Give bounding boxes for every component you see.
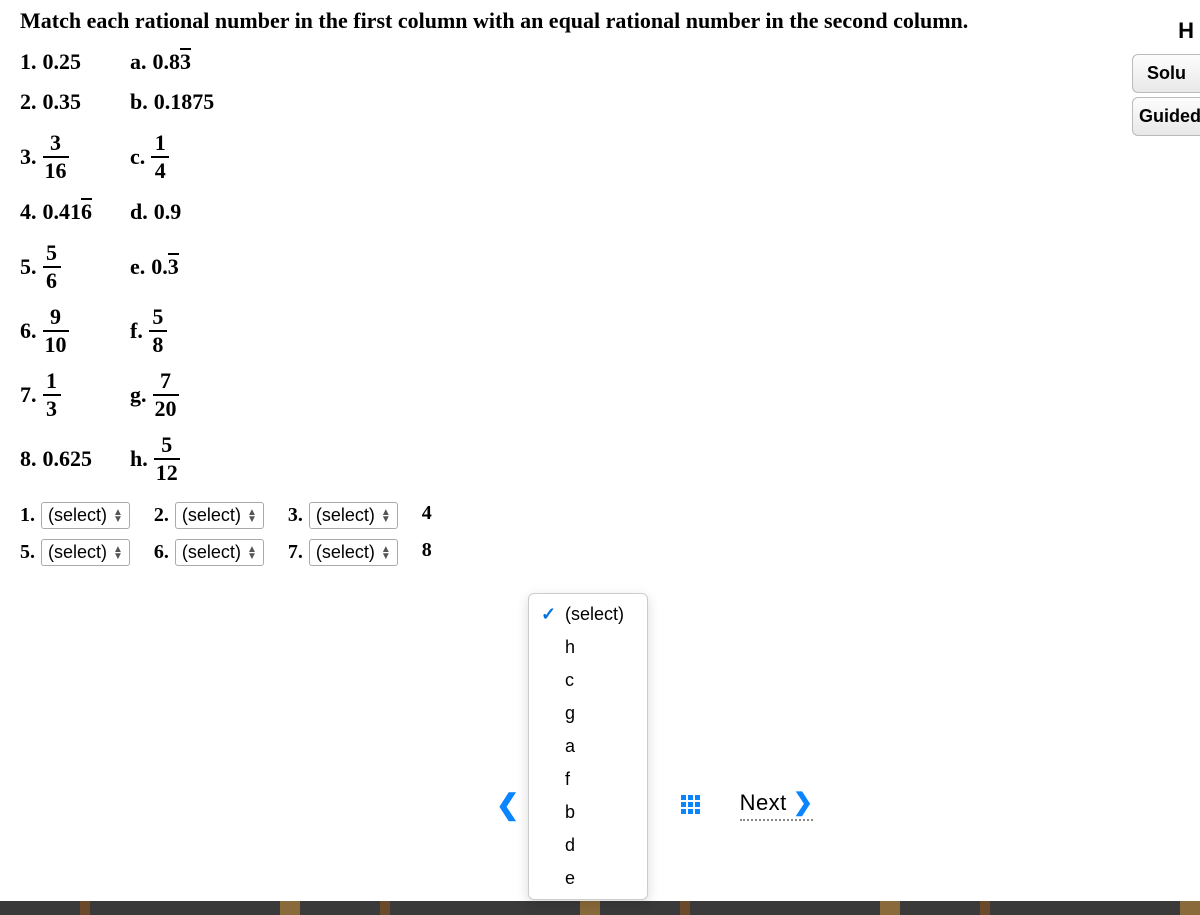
- pair-row: 6. 910f. 58: [20, 306, 1180, 356]
- answer-selectors: 1.(select)▲▼ 2.(select)▲▼ 3.(select)▲▼ 4 5.…: [20, 502, 1180, 566]
- selector-item: 1.(select)▲▼: [20, 502, 130, 529]
- pair-row: 1. 0.25a. 0.83: [20, 46, 1180, 78]
- match-pairs: 1. 0.25a. 0.83 2. 0.35b. 0.1875 3. 316c. 1…: [20, 46, 1180, 484]
- stepper-icon: ▲▼: [381, 546, 391, 560]
- dropdown-option[interactable]: h: [529, 631, 647, 664]
- dropdown-option[interactable]: c: [529, 664, 647, 697]
- select-box[interactable]: (select)▲▼: [175, 539, 264, 566]
- chevron-right-icon: ❯: [793, 788, 814, 817]
- prev-page-button[interactable]: ❮: [490, 788, 525, 821]
- decorative-strip: [0, 901, 1200, 915]
- select-dropdown[interactable]: ✓(select)hcgafbde: [528, 593, 648, 900]
- sidebar: H Solu Guided: [1132, 8, 1200, 140]
- pair-row: 2. 0.35b. 0.1875: [20, 86, 1180, 118]
- selector-item: 4: [422, 502, 432, 525]
- next-page-button[interactable]: Next ❯: [740, 788, 814, 821]
- pair-row: 5. 56e. 0.3: [20, 242, 1180, 292]
- sidebar-h-label: H: [1132, 8, 1200, 50]
- pair-row: 4. 0.416d. 0.9: [20, 196, 1180, 228]
- selector-item: 7.(select)▲▼: [288, 539, 398, 566]
- stepper-icon: ▲▼: [113, 546, 123, 560]
- dropdown-option[interactable]: a: [529, 730, 647, 763]
- solution-button[interactable]: Solu: [1132, 54, 1200, 93]
- stepper-icon: ▲▼: [381, 509, 391, 523]
- grid-icon[interactable]: [681, 795, 700, 814]
- select-box[interactable]: (select)▲▼: [175, 502, 264, 529]
- select-box[interactable]: (select)▲▼: [309, 539, 398, 566]
- instruction-text: Match each rational number in the first …: [20, 8, 1180, 34]
- select-box[interactable]: (select)▲▼: [41, 539, 130, 566]
- guided-button[interactable]: Guided: [1132, 97, 1200, 136]
- next-label: Next: [740, 790, 787, 816]
- selector-item: 3.(select)▲▼: [288, 502, 398, 529]
- dropdown-option[interactable]: d: [529, 829, 647, 862]
- stepper-icon: ▲▼: [247, 546, 257, 560]
- dropdown-option[interactable]: e: [529, 862, 647, 895]
- selector-item: 8: [422, 539, 432, 562]
- check-icon: ✓: [541, 604, 557, 625]
- dropdown-option[interactable]: g: [529, 697, 647, 730]
- stepper-icon: ▲▼: [113, 509, 123, 523]
- select-box[interactable]: (select)▲▼: [41, 502, 130, 529]
- pair-row: 8. 0.625h. 512: [20, 434, 1180, 484]
- select-box[interactable]: (select)▲▼: [309, 502, 398, 529]
- selector-item: 2.(select)▲▼: [154, 502, 264, 529]
- dropdown-option[interactable]: b: [529, 796, 647, 829]
- selector-item: 6.(select)▲▼: [154, 539, 264, 566]
- dropdown-option[interactable]: ✓(select): [529, 598, 647, 631]
- pair-row: 3. 316c. 14: [20, 132, 1180, 182]
- selector-item: 5.(select)▲▼: [20, 539, 130, 566]
- dropdown-option[interactable]: f: [529, 763, 647, 796]
- pair-row: 7. 13g. 720: [20, 370, 1180, 420]
- stepper-icon: ▲▼: [247, 509, 257, 523]
